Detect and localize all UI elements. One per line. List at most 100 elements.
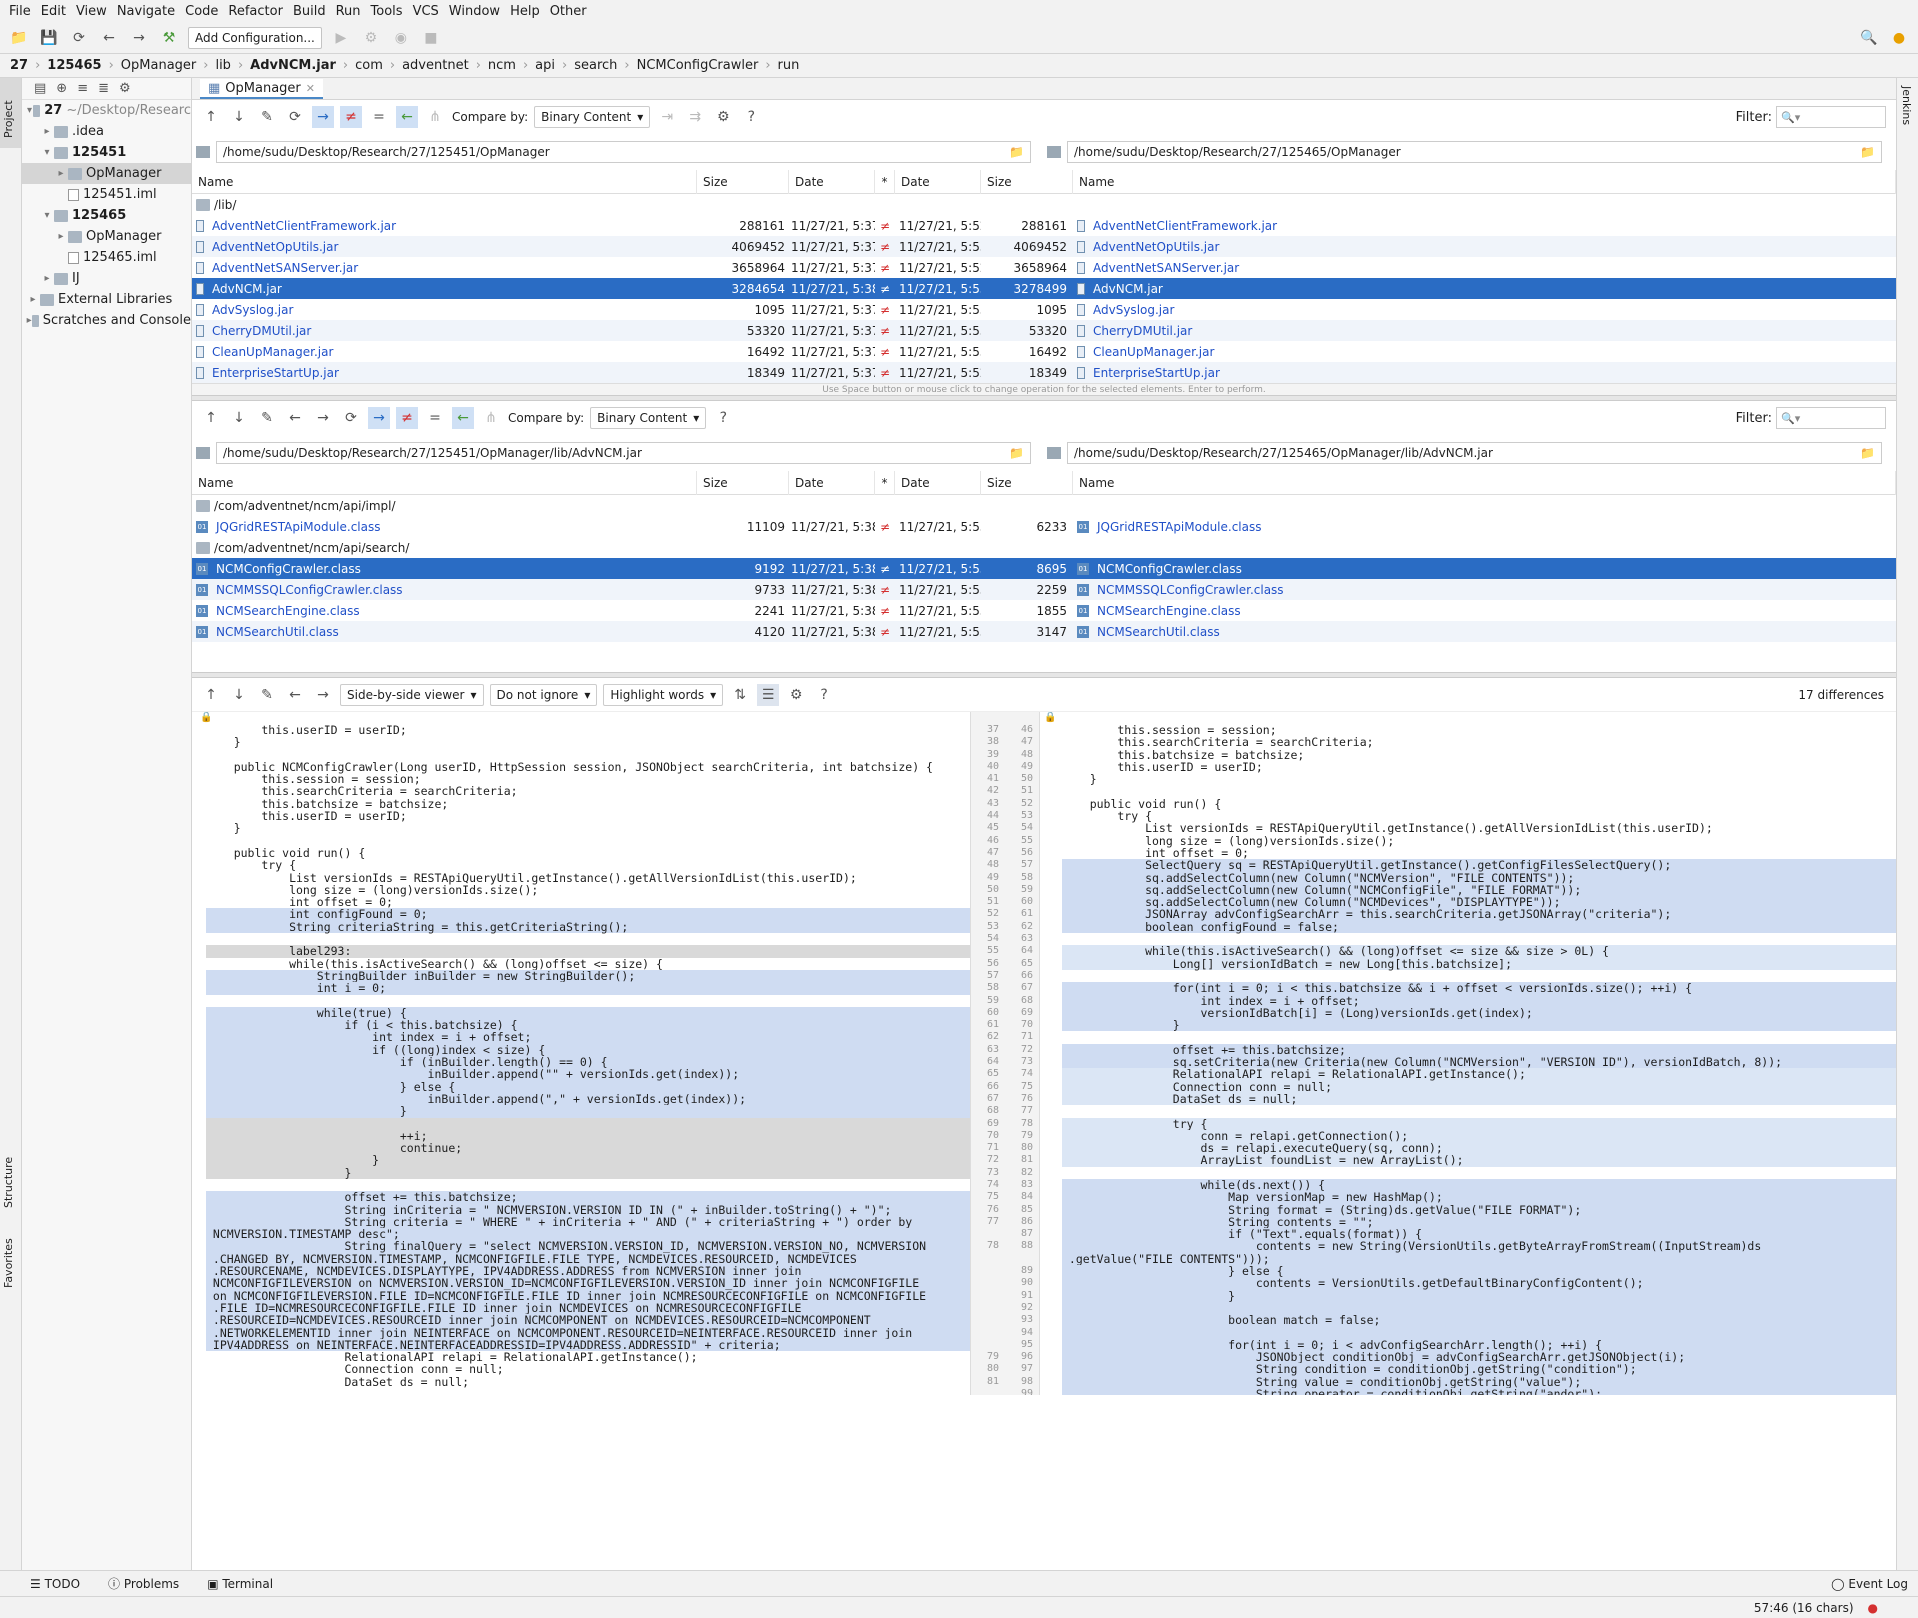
menu-item-refactor[interactable]: Refactor <box>223 4 288 19</box>
breadcrumb-item[interactable]: 27 <box>10 58 28 73</box>
browse-folder-icon[interactable]: 📁 <box>1860 145 1875 159</box>
jenkins-tab-label[interactable]: Jenkins <box>1900 86 1913 125</box>
show-new-left-icon[interactable]: ← <box>452 407 474 429</box>
right-path-field[interactable]: /home/sudu/Desktop/Research/27/125465/Op… <box>1067 141 1882 163</box>
sync-scroll-icon[interactable]: ☰ <box>757 683 780 706</box>
tree-node[interactable]: ▾ 125451 <box>22 142 191 163</box>
table-row[interactable]: 01 NCMConfigCrawler.class 9192 11/27/21, 5:… <box>192 558 1896 579</box>
edit-icon[interactable]: ✎ <box>256 106 278 128</box>
dir-row[interactable]: /com/adventnet/ncm/api/impl/ <box>192 495 1896 516</box>
column-header[interactable]: * <box>875 169 895 194</box>
tree-node[interactable]: 125451.iml <box>22 184 191 205</box>
column-header[interactable]: Date <box>895 169 981 194</box>
tree-node[interactable]: ▸ .idea <box>22 121 191 142</box>
arrow-up-icon[interactable]: ↑ <box>200 684 222 706</box>
breadcrumb-item[interactable]: NCMConfigCrawler <box>637 58 759 73</box>
filter-input[interactable]: 🔍▾ <box>1776 407 1886 429</box>
tree-node[interactable]: ▸ Scratches and Console <box>22 310 191 331</box>
tree-node[interactable]: ▸ OpManager <box>22 226 191 247</box>
stop-icon[interactable]: ■ <box>420 27 442 49</box>
dir-row[interactable]: /com/adventnet/ncm/api/search/ <box>192 537 1896 558</box>
bottom-tab-todo[interactable]: ☰ TODO <box>30 1577 80 1591</box>
column-header[interactable]: Date <box>789 169 875 194</box>
breadcrumb-item[interactable]: adventnet <box>402 58 469 73</box>
tree-node[interactable]: ▸ IJ <box>22 268 191 289</box>
back-icon[interactable]: ← <box>98 27 120 49</box>
search-icon[interactable]: 🔍 <box>1858 27 1880 49</box>
menu-item-help[interactable]: Help <box>505 4 545 19</box>
menu-item-edit[interactable]: Edit <box>36 4 71 19</box>
breadcrumb-item[interactable]: lib <box>215 58 230 73</box>
bottom-tab-problems[interactable]: ⓘ Problems <box>108 1575 179 1592</box>
column-header[interactable]: Size <box>981 169 1073 194</box>
settings-icon[interactable]: ⚙ <box>712 106 734 128</box>
coverage-icon[interactable]: ◉ <box>390 27 412 49</box>
left-path-field[interactable]: /home/sudu/Desktop/Research/27/125451/Op… <box>216 141 1031 163</box>
tree-node[interactable]: ▾ 27 ~/Desktop/Researc <box>22 100 191 121</box>
table-row[interactable]: EnterpriseStartUp.jar 18349 11/27/21, 5:37… <box>192 362 1896 383</box>
debug-icon[interactable]: ⚙ <box>360 27 382 49</box>
table-row[interactable]: CherryDMUtil.jar 53320 11/27/21, 5:37 P...… <box>192 320 1896 341</box>
column-header[interactable]: Size <box>697 169 789 194</box>
collapse-unchanged-icon[interactable]: ⇅ <box>729 684 751 706</box>
breadcrumb-item[interactable]: api <box>535 58 555 73</box>
viewer-select[interactable]: Side-by-side viewer ▾ <box>340 683 484 706</box>
table-row[interactable]: 01 JQGridRESTApiModule.class 11109 11/27/21… <box>192 516 1896 537</box>
project-tab-label[interactable]: Project <box>2 100 15 138</box>
menu-item-navigate[interactable]: Navigate <box>112 4 180 19</box>
table-row[interactable]: AdventNetOpUtils.jar 4069452 11/27/21, 5:3… <box>192 236 1896 257</box>
dir-row[interactable]: /lib/ <box>192 194 1896 215</box>
add-configuration-button[interactable]: Add Configuration... <box>188 26 322 49</box>
compare-by-select[interactable]: Binary Content ▾ <box>534 106 651 128</box>
close-icon[interactable]: ✕ <box>306 82 315 95</box>
column-header[interactable]: * <box>875 470 895 495</box>
column-header[interactable]: Name <box>192 169 697 194</box>
open-icon[interactable]: 📁 <box>8 27 30 49</box>
help-icon[interactable]: ? <box>740 106 762 128</box>
sync-scroll-icon[interactable]: ⇥ <box>656 106 678 128</box>
browse-folder-icon[interactable]: 📁 <box>1860 446 1875 460</box>
right-path-field[interactable]: /home/sudu/Desktop/Research/27/125465/Op… <box>1067 442 1882 464</box>
save-icon[interactable]: 💾 <box>38 27 60 49</box>
layout-icon[interactable]: ▤ <box>34 81 46 96</box>
column-header[interactable]: Name <box>1073 470 1896 495</box>
sync-all-icon[interactable]: ⇉ <box>684 106 706 128</box>
merge-icon[interactable]: ⋔ <box>480 407 502 429</box>
show-different-icon[interactable]: ≠ <box>340 106 362 128</box>
show-different-icon[interactable]: ≠ <box>396 407 418 429</box>
menu-item-code[interactable]: Code <box>180 4 223 19</box>
gear-icon[interactable]: ⚙ <box>119 81 131 96</box>
arrow-up-icon[interactable]: ↑ <box>200 106 222 128</box>
error-icon[interactable]: ● <box>1868 1601 1878 1615</box>
breadcrumb-item[interactable]: AdvNCM.jar <box>250 58 336 73</box>
menu-item-window[interactable]: Window <box>444 4 505 19</box>
bottom-tab-terminal[interactable]: ▣ Terminal <box>207 1577 273 1591</box>
edit-icon[interactable]: ✎ <box>256 407 278 429</box>
menu-item-file[interactable]: File <box>4 4 36 19</box>
sync-icon[interactable]: ⟳ <box>68 27 90 49</box>
left-path-field[interactable]: /home/sudu/Desktop/Research/27/125451/Op… <box>216 442 1031 464</box>
column-header[interactable]: Size <box>981 470 1073 495</box>
filter-input[interactable]: 🔍▾ <box>1776 106 1886 128</box>
forward-icon[interactable]: → <box>312 407 334 429</box>
locate-icon[interactable]: ⊕ <box>56 81 67 96</box>
tree-node[interactable]: ▸ External Libraries <box>22 289 191 310</box>
back-icon[interactable]: ← <box>284 407 306 429</box>
tree-node[interactable]: ▾ 125465 <box>22 205 191 226</box>
table-row[interactable]: AdventNetClientFramework.jar 288161 11/27/… <box>192 215 1896 236</box>
menu-item-build[interactable]: Build <box>288 4 331 19</box>
favorites-tab-label[interactable]: Favorites <box>2 1238 15 1288</box>
column-header[interactable]: Date <box>895 470 981 495</box>
menu-item-view[interactable]: View <box>71 4 112 19</box>
show-new-right-icon[interactable]: → <box>312 106 334 128</box>
table-row[interactable]: 01 NCMMSSQLConfigCrawler.class 9733 11/27/2… <box>192 579 1896 600</box>
column-header[interactable]: Size <box>697 470 789 495</box>
caret-position[interactable]: 57:46 (16 chars) <box>1754 1601 1854 1615</box>
menu-item-run[interactable]: Run <box>331 4 366 19</box>
tree-node[interactable]: 125465.iml <box>22 247 191 268</box>
browse-folder-icon[interactable]: 📁 <box>1009 446 1024 460</box>
update-icon[interactable]: ● <box>1888 27 1910 49</box>
merge-icon[interactable]: ⋔ <box>424 106 446 128</box>
menu-item-vcs[interactable]: VCS <box>408 4 444 19</box>
tree-node[interactable]: ▸ OpManager <box>22 163 191 184</box>
